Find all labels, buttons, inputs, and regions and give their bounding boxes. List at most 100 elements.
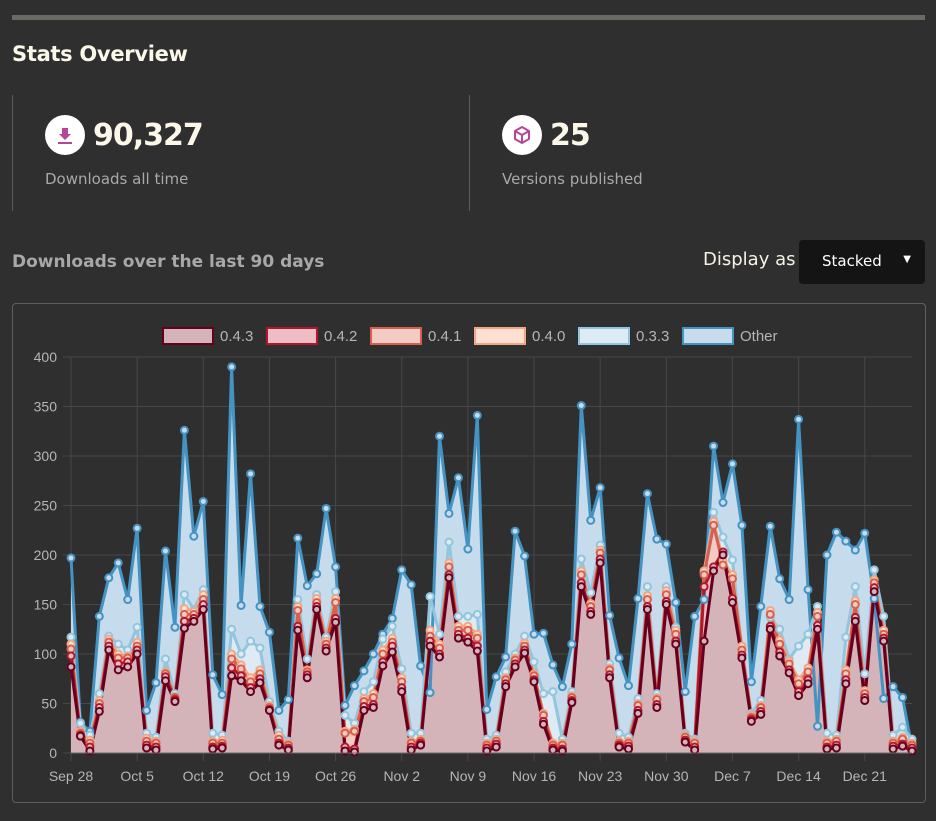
data-point [463,625,473,635]
data-point [170,622,180,632]
data-point [208,670,218,680]
data-point [642,489,652,499]
data-point [624,744,634,754]
data-point [104,573,114,583]
data-point [765,609,775,619]
data-point [727,555,737,565]
data-point [397,565,407,575]
x-tick-label: Oct 12 [183,768,224,784]
data-point [246,469,256,479]
download-icon [45,115,85,155]
data-point [132,622,142,632]
data-point [501,682,511,692]
downloads-chart: 0 50 100 150 200 250 300 350 400 Sep 28 Oct 5 Oct 1… [34,327,917,784]
data-point [813,611,823,621]
data-point [548,660,558,670]
data-point [349,681,359,691]
data-point [548,745,558,755]
data-point [302,654,312,664]
stat-versions: 25 Versions published [469,95,926,211]
y-tick-label: 400 [34,349,58,365]
display-mode-select[interactable]: Stacked ▼ [799,240,925,284]
data-point [803,667,813,677]
data-point [331,617,341,627]
data-point [416,740,426,750]
data-point [151,745,161,755]
data-point [784,668,794,678]
data-point [255,678,265,688]
data-point [794,679,804,689]
data-point [671,639,681,649]
data-point [406,745,416,755]
data-point [794,641,804,651]
data-point [699,582,709,592]
legend-label: 0.4.3 [220,328,253,345]
data-point [794,691,804,701]
data-point [227,654,237,664]
legend-label: Other [740,328,778,345]
chevron-down-icon: ▼ [903,254,911,265]
top-divider [12,15,925,20]
data-point [349,726,359,736]
data-point [756,601,766,611]
y-tick-label: 100 [34,646,58,662]
data-point [321,503,331,513]
legend-label: 0.3.3 [636,328,669,345]
data-point [179,590,189,600]
data-point [236,676,246,686]
data-point [680,737,690,747]
data-point [652,534,662,544]
downloads-count: 90,327 [93,118,204,153]
data-point [75,718,85,728]
data-point [576,401,586,411]
data-point [605,610,615,620]
data-point [737,653,747,663]
data-point [463,637,473,647]
data-point [66,553,76,563]
data-point [879,636,889,646]
data-point [652,702,662,712]
data-point [775,639,785,649]
data-point [189,616,199,626]
data-point [538,689,548,699]
data-point [123,662,133,672]
data-point [576,570,586,580]
data-point [283,695,293,705]
data-point [349,747,359,757]
versions-count: 25 [550,118,591,153]
legend-label: 0.4.2 [324,328,357,345]
data-point [472,646,482,656]
data-point [189,531,199,541]
x-tick-label: Oct 5 [120,768,154,784]
data-point [614,728,624,738]
data-point [491,742,501,752]
data-point [614,742,624,752]
data-point [274,740,284,750]
data-point [94,706,104,716]
data-point [803,629,813,639]
data-point [387,647,397,657]
data-point [746,716,756,726]
data-point [208,744,218,754]
data-point [624,681,634,691]
data-point [302,673,312,683]
data-point [775,651,785,661]
data-point [794,414,804,424]
data-point [198,604,208,614]
data-point [378,634,388,644]
data-point [642,582,652,592]
x-tick-label: Sep 28 [49,768,94,784]
data-point [113,665,123,675]
data-point [236,600,246,610]
data-point [340,728,350,738]
data-point [425,641,435,651]
x-tick-label: Dec 7 [714,768,751,784]
data-point [860,696,870,706]
data-point [255,643,265,653]
data-point [727,598,737,608]
data-point [595,558,605,568]
data-point [453,473,463,483]
data-point [869,565,879,575]
data-point [444,573,454,583]
data-point [132,523,142,533]
